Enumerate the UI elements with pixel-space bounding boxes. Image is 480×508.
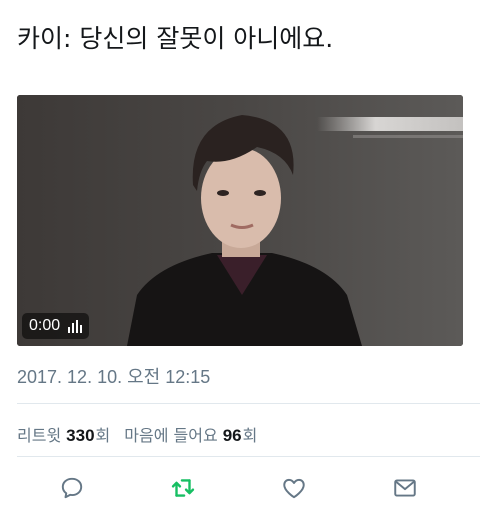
retweet-stat[interactable]: 리트윗 330회 <box>17 422 110 446</box>
like-count: 96 <box>222 426 242 445</box>
tweet-text: 카이: 당신의 잘못이 아니에요. <box>17 24 334 53</box>
heart-icon <box>283 478 305 499</box>
tweet-stats: 리트윗 330회 마음에 들어요 96회 <box>17 422 257 446</box>
retweet-arrows-icon <box>171 479 195 497</box>
speech-bubble-icon <box>61 477 83 499</box>
like-button[interactable] <box>278 472 310 504</box>
like-unit: 회 <box>242 426 258 445</box>
video-time: 0:00 <box>29 317 61 334</box>
volume-bars-icon[interactable] <box>68 319 83 333</box>
retweet-label: 리트윗 <box>17 426 62 445</box>
like-label: 마음에 들어요 <box>124 426 218 445</box>
video-thumbnail <box>17 95 463 346</box>
retweet-unit: 회 <box>95 426 111 445</box>
message-button[interactable] <box>389 472 421 504</box>
video-time-badge: 0:00 <box>22 313 90 339</box>
reply-button[interactable] <box>56 472 88 504</box>
video-player[interactable]: 0:00 <box>17 95 463 346</box>
divider <box>17 403 480 404</box>
action-bar <box>0 470 480 506</box>
tweet-timestamp[interactable]: 2017. 12. 10. 오전 12:15 <box>17 363 210 389</box>
divider <box>17 456 480 457</box>
retweet-button[interactable] <box>167 472 199 504</box>
like-stat[interactable]: 마음에 들어요 96회 <box>124 422 257 446</box>
envelope-icon <box>394 479 416 497</box>
retweet-count: 330 <box>66 426 95 445</box>
